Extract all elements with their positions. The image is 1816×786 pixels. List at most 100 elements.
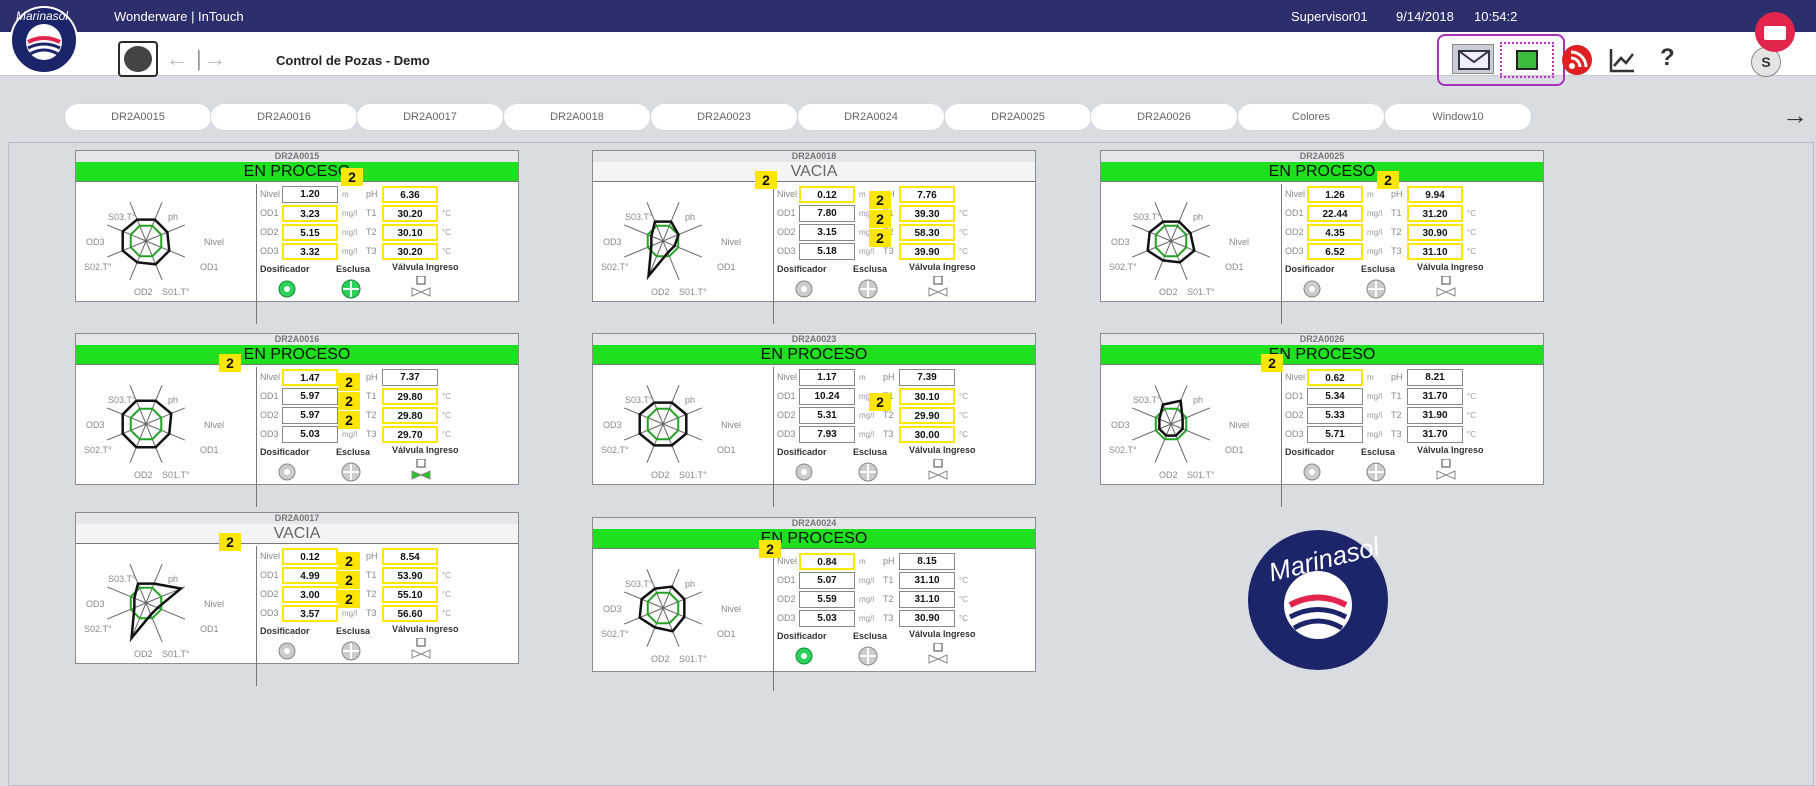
unit: °C	[1467, 392, 1476, 401]
radar-label: Nivel	[721, 420, 742, 430]
tab-window10[interactable]: Window10	[1384, 103, 1532, 131]
pool-card: DR2A0017 VACIA S03.T° ph OD3 Nivel S02.T° OD1 OD…	[75, 512, 519, 686]
pool-status: VACIA	[76, 524, 518, 544]
radar-chart	[1101, 367, 1281, 507]
unit: mg/l	[1367, 411, 1383, 420]
dosificador-pump-icon[interactable]	[793, 278, 815, 300]
valvula-icon[interactable]	[410, 458, 432, 481]
report-icon	[1516, 50, 1538, 70]
unit: mg/l	[859, 430, 875, 439]
esclusa-fan-icon[interactable]	[857, 278, 879, 300]
tab-dr2a0016[interactable]: DR2A0016	[210, 103, 358, 131]
divider	[773, 551, 774, 691]
radar-label: S01.T°	[679, 287, 707, 297]
radar-label: S02.T°	[601, 445, 629, 455]
field-label: OD1	[260, 208, 279, 218]
tab-dr2a0015[interactable]: DR2A0015	[64, 103, 212, 131]
dosificador-pump-icon[interactable]	[276, 278, 298, 300]
t1-value: 30.20	[382, 205, 438, 222]
od3-value: 5.03	[799, 610, 855, 627]
pool-card-title: DR2A0018	[593, 151, 1035, 162]
dosificador-pump-icon[interactable]	[1301, 278, 1323, 300]
field-label: T2	[366, 410, 377, 420]
radar-label: OD1	[200, 624, 219, 634]
valvula-icon[interactable]	[410, 275, 432, 298]
forward-arrow-icon[interactable]: →	[204, 46, 226, 72]
valvula-icon[interactable]	[1435, 458, 1457, 481]
field-label: pH	[366, 189, 378, 199]
t3-value: 56.60	[382, 605, 438, 622]
radar-label: ph	[685, 579, 696, 589]
esclusa-label: Esclusa	[853, 264, 888, 274]
radar-label: S03.T°	[108, 395, 136, 405]
field-label: pH	[883, 556, 895, 566]
trend-chart-icon[interactable]	[1608, 46, 1636, 74]
t3-value: 30.20	[382, 243, 438, 260]
pool-card-title: DR2A0023	[593, 334, 1035, 345]
rss-icon[interactable]	[1562, 45, 1592, 75]
unit: m	[1367, 190, 1374, 199]
esclusa-fan-icon[interactable]	[340, 461, 362, 483]
tab-dr2a0018[interactable]: DR2A0018	[503, 103, 651, 131]
valvula-icon[interactable]	[927, 458, 949, 481]
dosificador-pump-icon[interactable]	[276, 640, 298, 662]
radar-label: S02.T°	[84, 445, 112, 455]
field-label: OD2	[260, 410, 279, 420]
unit: °C	[442, 609, 451, 618]
field-label: OD2	[777, 410, 796, 420]
radar-label: Nivel	[721, 237, 742, 247]
field-label: OD3	[260, 608, 279, 618]
valvula-icon[interactable]	[927, 642, 949, 665]
tab-dr2a0017[interactable]: DR2A0017	[356, 103, 504, 131]
radar-label: S02.T°	[84, 624, 112, 634]
unit: mg/l	[1367, 247, 1383, 256]
radar-chart	[593, 184, 773, 324]
unit: °C	[442, 571, 451, 580]
dosificador-pump-icon[interactable]	[276, 461, 298, 483]
home-button[interactable]	[118, 41, 158, 77]
tab-dr2a0025[interactable]: DR2A0025	[944, 103, 1092, 131]
report-button[interactable]	[1500, 42, 1554, 78]
nivel-value: 1.47	[282, 369, 338, 386]
esclusa-fan-icon[interactable]	[340, 640, 362, 662]
radar-chart	[1101, 184, 1281, 324]
dosificador-pump-icon[interactable]	[793, 461, 815, 483]
esclusa-fan-icon[interactable]	[340, 278, 362, 300]
esclusa-fan-icon[interactable]	[857, 461, 879, 483]
toolbox-icon[interactable]	[1755, 12, 1795, 52]
valvula-icon[interactable]	[927, 275, 949, 298]
tab-dr2a0026[interactable]: DR2A0026	[1090, 103, 1238, 131]
valvula-icon[interactable]	[410, 637, 432, 660]
unit: °C	[959, 228, 968, 237]
tab-dr2a0024[interactable]: DR2A0024	[797, 103, 945, 131]
alarm-badge: 2	[759, 540, 781, 558]
tabs-next-arrow-icon[interactable]: →	[1782, 100, 1808, 131]
od3-value: 5.71	[1307, 426, 1363, 443]
esclusa-fan-icon[interactable]	[857, 645, 879, 667]
dosificador-pump-icon[interactable]	[1301, 461, 1323, 483]
unit: mg/l	[342, 247, 358, 256]
mail-icon[interactable]	[1452, 44, 1494, 74]
radar-label: S03.T°	[108, 212, 136, 222]
back-arrow-icon[interactable]: ←	[166, 46, 188, 72]
unit: °C	[1467, 209, 1476, 218]
field-label: pH	[1391, 189, 1403, 199]
t3-value: 31.10	[1407, 243, 1463, 260]
field-label: T1	[366, 208, 377, 218]
field-label: T3	[366, 246, 377, 256]
help-icon[interactable]: ?	[1660, 44, 1675, 72]
dosificador-pump-icon[interactable]	[793, 645, 815, 667]
t3-value: 29.70	[382, 426, 438, 443]
radar-label: S02.T°	[601, 262, 629, 272]
divider	[256, 367, 257, 507]
nivel-value: 0.84	[799, 553, 855, 570]
alarm-badge: 2	[338, 552, 360, 570]
tab-colores[interactable]: Colores	[1237, 103, 1385, 131]
unit: mg/l	[1367, 228, 1383, 237]
field-label: T3	[1391, 429, 1402, 439]
esclusa-fan-icon[interactable]	[1365, 461, 1387, 483]
radar-label: OD3	[1111, 237, 1130, 247]
valvula-icon[interactable]	[1435, 275, 1457, 298]
tab-dr2a0023[interactable]: DR2A0023	[650, 103, 798, 131]
esclusa-fan-icon[interactable]	[1365, 278, 1387, 300]
